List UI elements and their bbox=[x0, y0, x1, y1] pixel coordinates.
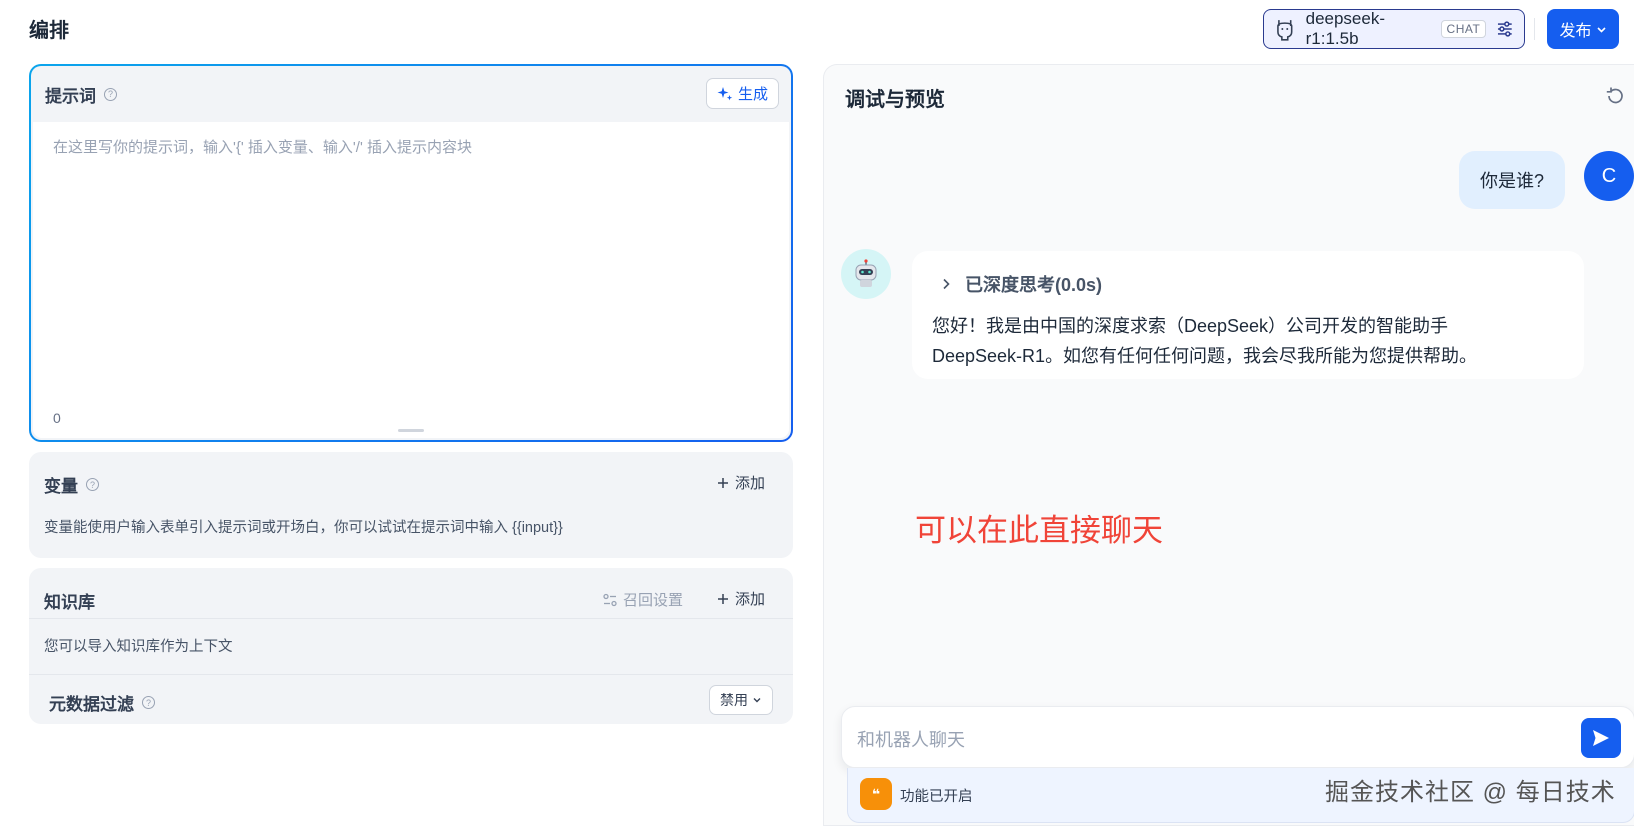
page-title: 编排 bbox=[29, 20, 69, 42]
variables-description: 变量能使用户输入表单引入提示词或开场白，你可以试试在提示词中输入 {{input… bbox=[44, 520, 563, 536]
metadata-filter-value: 禁用 bbox=[720, 692, 748, 708]
model-mode-badge: CHAT bbox=[1440, 20, 1487, 38]
user-message-text: 你是谁? bbox=[1479, 171, 1544, 191]
header: 编排 deepseek-r1:1.5b CHAT 发布 bbox=[0, 0, 1634, 58]
plus-icon bbox=[717, 477, 728, 488]
send-icon bbox=[1593, 730, 1609, 746]
assistant-message-text: 您好！我是由中国的深度求索（DeepSeek）公司开发的智能助手DeepSeek… bbox=[932, 316, 1478, 366]
prompt-textarea[interactable]: 在这里写你的提示词，输入'{' 插入变量、输入'/' 插入提示内容块 0 bbox=[33, 122, 789, 438]
add-variable-label: 添加 bbox=[734, 475, 765, 492]
prompt-title: 提示词 bbox=[45, 86, 96, 106]
debug-preview-panel: 调试与预览 你是谁? C 已深度思考(0.0s) 您好！我是由中国的深度求索（D… bbox=[823, 64, 1634, 826]
plus-icon bbox=[717, 593, 728, 604]
refresh-icon[interactable] bbox=[1604, 85, 1626, 107]
thinking-label: 已深度思考(0.0s) bbox=[965, 275, 1103, 295]
add-knowledge-label: 添加 bbox=[734, 591, 765, 608]
recall-settings-button[interactable]: 召回设置 bbox=[603, 589, 683, 610]
model-name: deepseek-r1:1.5b bbox=[1305, 9, 1385, 48]
settings-sliders-icon[interactable] bbox=[1496, 20, 1514, 38]
recall-settings-label: 召回设置 bbox=[622, 592, 683, 609]
publish-label: 发布 bbox=[1559, 23, 1592, 40]
sparkle-icon bbox=[717, 86, 733, 100]
user-message: 你是谁? bbox=[1459, 151, 1565, 209]
robot-avatar-icon bbox=[841, 249, 891, 299]
watermark: 掘金技术社区 @ 每日技术 bbox=[1325, 779, 1616, 806]
generate-label: 生成 bbox=[737, 86, 768, 103]
metadata-filter-title: 元数据过滤 bbox=[49, 695, 134, 714]
settings-toggle-icon bbox=[603, 593, 617, 606]
publish-button[interactable]: 发布 bbox=[1547, 9, 1619, 49]
debug-title: 调试与预览 bbox=[845, 89, 945, 111]
help-icon[interactable]: ? bbox=[142, 696, 155, 709]
header-divider bbox=[1534, 18, 1535, 40]
annotation-text: 可以在此直接聊天 bbox=[915, 513, 1163, 548]
knowledge-description: 您可以导入知识库作为上下文 bbox=[44, 639, 233, 655]
prompt-placeholder: 在这里写你的提示词，输入'{' 插入变量、输入'/' 插入提示内容块 bbox=[53, 139, 472, 156]
assistant-message: 已深度思考(0.0s) 您好！我是由中国的深度求索（DeepSeek）公司开发的… bbox=[912, 251, 1584, 379]
avatar: C bbox=[1584, 151, 1634, 201]
thinking-toggle[interactable]: 已深度思考(0.0s) bbox=[942, 271, 1102, 297]
feature-status-text: 功能已开启 bbox=[900, 789, 973, 805]
char-count: 0 bbox=[53, 410, 61, 426]
llama-icon bbox=[1277, 20, 1293, 41]
divider bbox=[29, 674, 793, 675]
resize-handle[interactable] bbox=[398, 429, 424, 432]
model-selector[interactable]: deepseek-r1:1.5b CHAT bbox=[1263, 9, 1525, 49]
metadata-filter-select[interactable]: 禁用 bbox=[709, 685, 773, 715]
chevron-down-icon bbox=[1596, 26, 1606, 33]
send-button[interactable] bbox=[1581, 718, 1621, 758]
chat-input-placeholder: 和机器人聊天 bbox=[857, 730, 965, 750]
knowledge-title: 知识库 bbox=[44, 593, 95, 612]
prompt-card: 提示词 ? 生成 在这里写你的提示词，输入'{' 插入变量、输入'/' 插入提示… bbox=[29, 64, 793, 442]
quote-icon: ❝ bbox=[860, 778, 892, 810]
divider bbox=[29, 618, 793, 619]
variables-title: 变量 bbox=[44, 477, 78, 496]
chevron-right-icon bbox=[943, 278, 950, 290]
add-variable-button[interactable]: 添加 bbox=[717, 472, 765, 493]
variables-card: 变量 ? 添加 变量能使用户输入表单引入提示词或开场白，你可以试试在提示词中输入… bbox=[29, 452, 793, 558]
add-knowledge-button[interactable]: 添加 bbox=[717, 588, 765, 609]
help-icon[interactable]: ? bbox=[104, 87, 117, 101]
knowledge-card: 知识库 召回设置 添加 您可以导入知识库作为上下文 元数据过滤 ? 禁用 bbox=[29, 568, 793, 724]
chevron-down-icon bbox=[753, 698, 761, 703]
help-icon[interactable]: ? bbox=[86, 478, 99, 491]
generate-button[interactable]: 生成 bbox=[705, 78, 779, 109]
chat-input[interactable]: 和机器人聊天 bbox=[841, 706, 1634, 768]
